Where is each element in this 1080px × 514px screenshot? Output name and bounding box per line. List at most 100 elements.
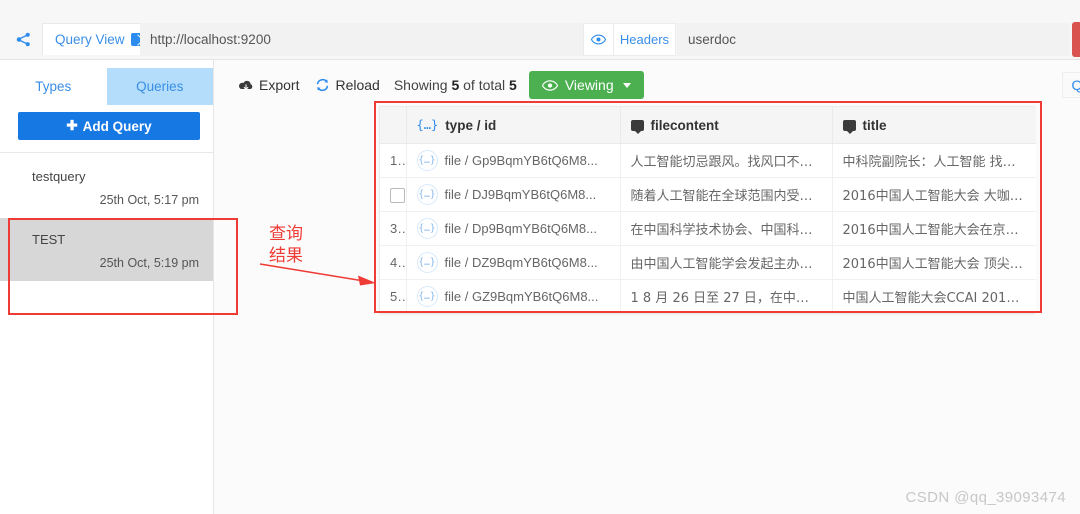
col-header-typeid-label: type / id xyxy=(445,117,497,133)
doc-value: userdoc xyxy=(688,32,737,47)
cell-typeid-value: file / GZ9BqmYB6tQ6M8... xyxy=(444,289,599,304)
cell-title: 中国人工智能大会CCAI 2016圆满落... xyxy=(832,279,1036,313)
cell-typeid: {…} file / Gp9BqmYB6tQ6M8... xyxy=(406,143,621,178)
query-name: testquery xyxy=(32,169,86,184)
search-icon[interactable]: Q xyxy=(1062,72,1080,98)
row-select-checkbox[interactable] xyxy=(390,187,405,203)
row-number: 1 xyxy=(380,143,407,178)
eye-icon[interactable] xyxy=(583,23,614,56)
tab-queries-label: Queries xyxy=(136,79,184,94)
export-label: Export xyxy=(259,77,300,93)
cell-title: 2016中国人工智能大会在京召开.docx xyxy=(832,211,1036,246)
tab-types[interactable]: Types xyxy=(0,68,107,105)
braces-icon: {…} xyxy=(416,184,438,205)
table-header: {…} type / id filecontent title xyxy=(380,107,1036,144)
cell-typeid: {…} file / Dp9BqmYB6tQ6M8... xyxy=(406,211,621,246)
annotation-arrow-icon xyxy=(259,263,376,286)
cell-title: 2016中国人工智能大会 大咖云集探... xyxy=(832,177,1036,212)
cell-typeid: {…} file / DZ9BqmYB6tQ6M8... xyxy=(406,245,621,280)
cell-typeid-value: file / Gp9BqmYB6tQ6M8... xyxy=(444,153,598,168)
cell-filecontent: 由中国人工智能学会发起主办、中国... xyxy=(620,245,833,280)
results-toolbar: Export Reload Showing 5 of total 5 Viewi… xyxy=(230,70,644,100)
col-header-title[interactable]: title xyxy=(832,107,1036,144)
row-checkbox-cell xyxy=(380,177,407,212)
cell-typeid: {…} file / GZ9BqmYB6tQ6M8... xyxy=(406,279,621,313)
cell-filecontent: 在中国科学技术协会、中国科学院的... xyxy=(620,211,833,246)
export-button[interactable]: Export xyxy=(230,71,307,99)
showing-count-text: Showing 5 of total 5 xyxy=(394,77,517,93)
cell-filecontent: 人工智能切忌跟风。找风口不如找关... xyxy=(620,143,833,178)
share-icon[interactable] xyxy=(6,23,40,55)
reload-button[interactable]: Reload xyxy=(307,71,387,99)
braces-icon: {…} xyxy=(416,252,438,273)
add-query-button[interactable]: ✚ Add Query xyxy=(18,112,200,140)
col-header-typeid[interactable]: {…} type / id xyxy=(406,107,621,144)
cell-typeid-value: file / DJ9BqmYB6tQ6M8... xyxy=(444,187,597,202)
headers-button[interactable]: Headers xyxy=(614,23,676,56)
table-row[interactable]: 5 {…} file / GZ9BqmYB6tQ6M8... 1 8 月 26 日… xyxy=(380,279,1036,313)
danger-button[interactable] xyxy=(1072,22,1080,57)
url-value: http://localhost:9200 xyxy=(150,32,271,47)
showing-total: 5 xyxy=(509,77,517,93)
viewing-dropdown-button[interactable]: Viewing xyxy=(528,71,644,99)
results-table: {…} type / id filecontent title 1 {…} fi… xyxy=(380,107,1036,313)
table-row[interactable]: 4 {…} file / DZ9BqmYB6tQ6M8... 由中国人工智能学会发… xyxy=(380,245,1036,280)
top-bar: Query View http://localhost:9200 Headers… xyxy=(0,0,1080,60)
braces-icon: {…} xyxy=(416,286,438,307)
eye-icon xyxy=(541,79,558,91)
col-header-rownum xyxy=(380,107,407,144)
eye-glyph xyxy=(591,34,606,45)
viewing-label: Viewing xyxy=(564,77,614,93)
share-glyph xyxy=(16,32,30,46)
list-item[interactable]: TEST 25th Oct, 5:19 pm xyxy=(0,218,213,281)
reload-label: Reload xyxy=(335,77,380,93)
row-number: 4 xyxy=(380,245,407,280)
showing-count: 5 xyxy=(451,77,460,93)
cell-typeid-value: file / Dp9BqmYB6tQ6M8... xyxy=(444,221,597,236)
headers-label: Headers xyxy=(619,32,670,47)
chevron-down-icon xyxy=(622,82,631,88)
cell-title: 中科院副院长：人工智能 找风口不... xyxy=(832,143,1036,178)
cloud-download-icon xyxy=(238,80,253,90)
query-list: testquery 25th Oct, 5:17 pm TEST 25th Oc… xyxy=(0,155,213,281)
col-header-filecontent-label: filecontent xyxy=(650,117,719,133)
table-row[interactable]: 3 {…} file / Dp9BqmYB6tQ6M8... 在中国科学技术协会、… xyxy=(380,211,1036,246)
cell-filecontent: 1 8 月 26 日至 27 日，在中国科学技... xyxy=(620,279,833,313)
tab-queries[interactable]: Queries xyxy=(106,68,213,105)
doc-input[interactable]: userdoc xyxy=(677,23,1069,56)
refresh-icon xyxy=(317,78,329,92)
app-root: Query View http://localhost:9200 Headers… xyxy=(0,0,1080,514)
cell-typeid: {…} file / DJ9BqmYB6tQ6M8... xyxy=(406,177,621,212)
query-view-label: Query View xyxy=(55,32,125,47)
query-name: TEST xyxy=(32,232,66,247)
cell-typeid-value: file / DZ9BqmYB6tQ6M8... xyxy=(444,255,598,270)
query-time: 25th Oct, 5:17 pm xyxy=(99,193,199,207)
braces-icon: {…} xyxy=(416,150,438,171)
sidebar-divider xyxy=(0,152,213,153)
col-header-filecontent[interactable]: filecontent xyxy=(620,107,833,144)
sidebar-tabs: Types Queries xyxy=(0,68,213,105)
showing-middle: of total xyxy=(463,77,506,93)
plus-icon: ✚ xyxy=(66,118,78,133)
cell-title: 2016中国人工智能大会 顶尖专家齐... xyxy=(832,245,1036,280)
braces-icon: {…} xyxy=(416,218,438,239)
results-table-card: {…} type / id filecontent title 1 {…} fi… xyxy=(379,106,1036,314)
tab-types-label: Types xyxy=(35,79,72,94)
search-label: Q xyxy=(1071,77,1080,93)
table-row[interactable]: 1 {…} file / Gp9BqmYB6tQ6M8... 人工智能切忌跟风。找… xyxy=(380,143,1036,178)
table-body: 1 {…} file / Gp9BqmYB6tQ6M8... 人工智能切忌跟风。找… xyxy=(380,143,1036,313)
url-input[interactable]: http://localhost:9200 xyxy=(140,23,584,56)
row-number: 5 xyxy=(380,279,407,313)
text-field-icon xyxy=(630,119,644,134)
watermark: CSDN @qq_39093474 xyxy=(905,489,1066,506)
sidebar: Types Queries ✚ Add Query testquery 25th… xyxy=(0,60,214,514)
list-item[interactable]: testquery 25th Oct, 5:17 pm xyxy=(0,155,213,218)
row-number: 3 xyxy=(380,211,407,246)
table-row[interactable]: {…} file / DJ9BqmYB6tQ6M8... 随着人工智能在全球范围内… xyxy=(380,177,1036,212)
query-time: 25th Oct, 5:19 pm xyxy=(99,256,199,270)
cell-filecontent: 随着人工智能在全球范围内受到关注... xyxy=(620,177,833,212)
text-field-icon xyxy=(842,119,856,134)
add-query-label: Add Query xyxy=(82,118,152,134)
showing-prefix: Showing xyxy=(393,77,448,93)
braces-icon: {…} xyxy=(416,118,439,132)
